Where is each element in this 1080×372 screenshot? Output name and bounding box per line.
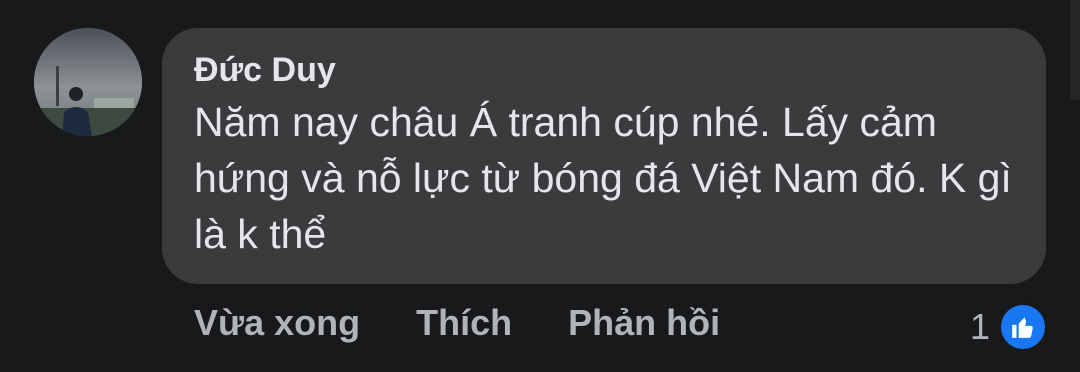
comment-text: Năm nay châu Á tranh cúp nhé. Lấy cảm hứ… — [194, 99, 1012, 257]
comment-bubble: Đức Duy Năm nay châu Á tranh cúp nhé. Lấ… — [162, 28, 1046, 284]
like-button[interactable]: Thích — [416, 302, 512, 344]
reaction-summary[interactable]: 1 — [970, 302, 1048, 352]
comment-timestamp[interactable]: Vừa xong — [194, 302, 360, 344]
thumbs-up-icon — [1012, 317, 1033, 338]
scrollbar-edge — [1070, 0, 1080, 100]
comment-author[interactable]: Đức Duy — [194, 50, 1016, 90]
reply-button[interactable]: Phản hồi — [568, 302, 720, 344]
profile-photo-icon — [34, 28, 142, 136]
comment-actions: Vừa xong Thích Phản hồi — [194, 302, 776, 344]
like-icon — [998, 302, 1048, 352]
reaction-count: 1 — [969, 306, 990, 347]
avatar[interactable] — [34, 28, 142, 136]
